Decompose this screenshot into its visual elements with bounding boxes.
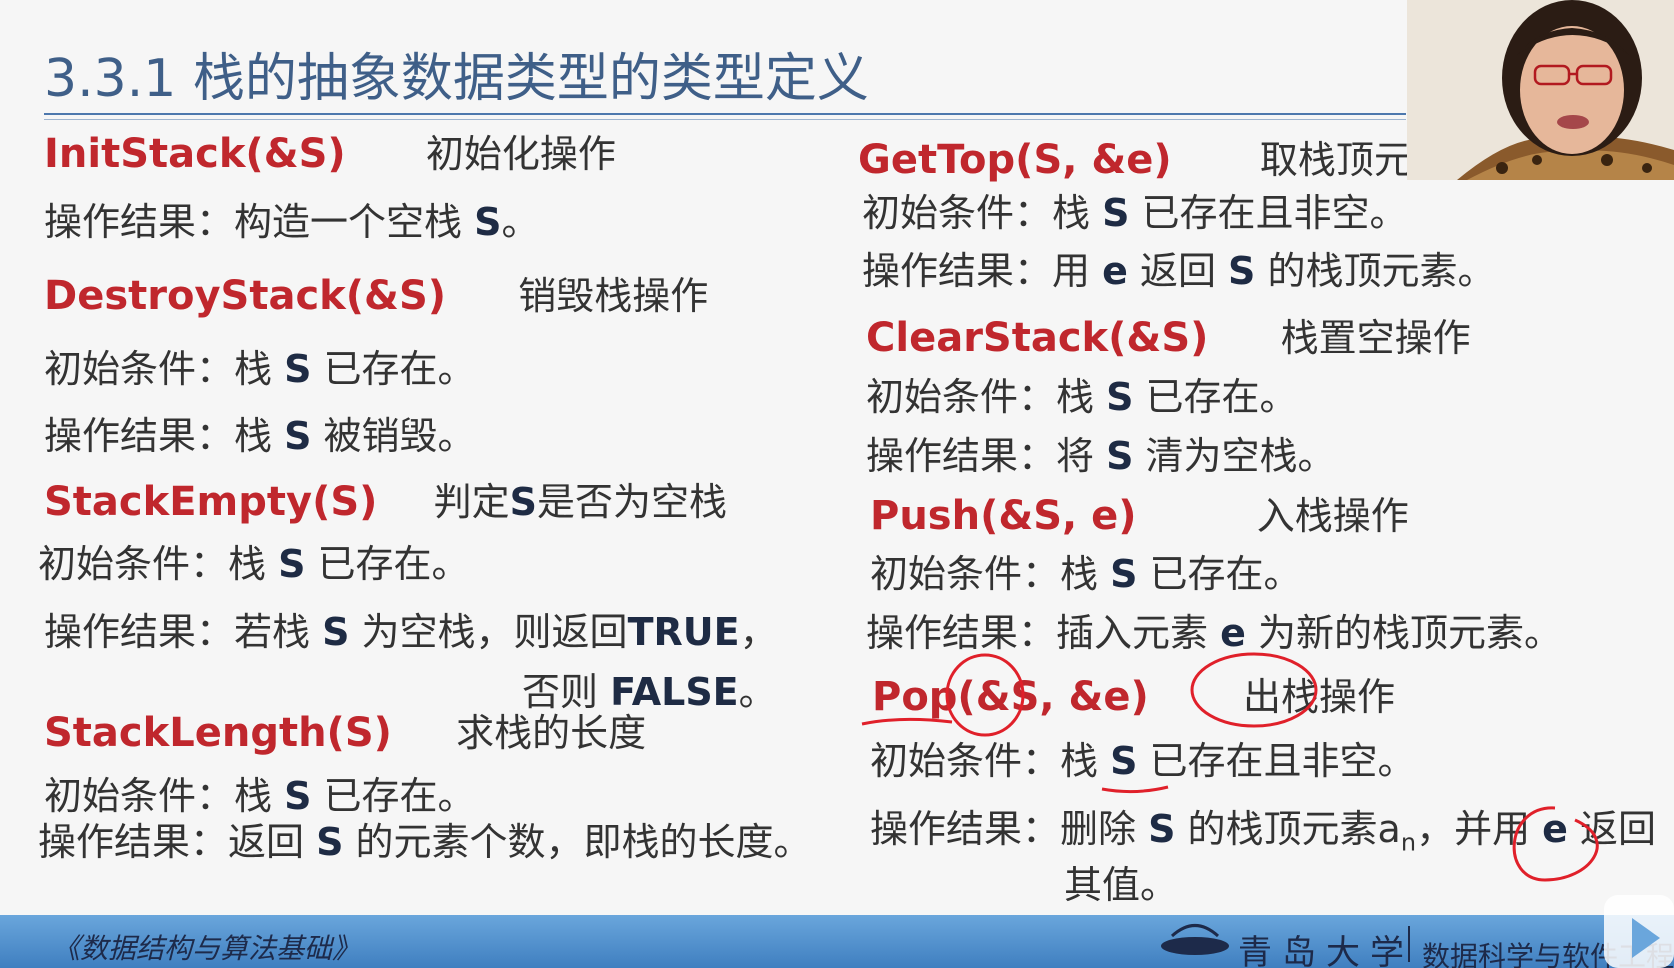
lecture-slide: 3.3.1 栈的抽象数据类型的类型定义 InitStack(&S) 初始化操作 …: [0, 0, 1674, 968]
play-icon[interactable]: [0, 0, 1674, 968]
